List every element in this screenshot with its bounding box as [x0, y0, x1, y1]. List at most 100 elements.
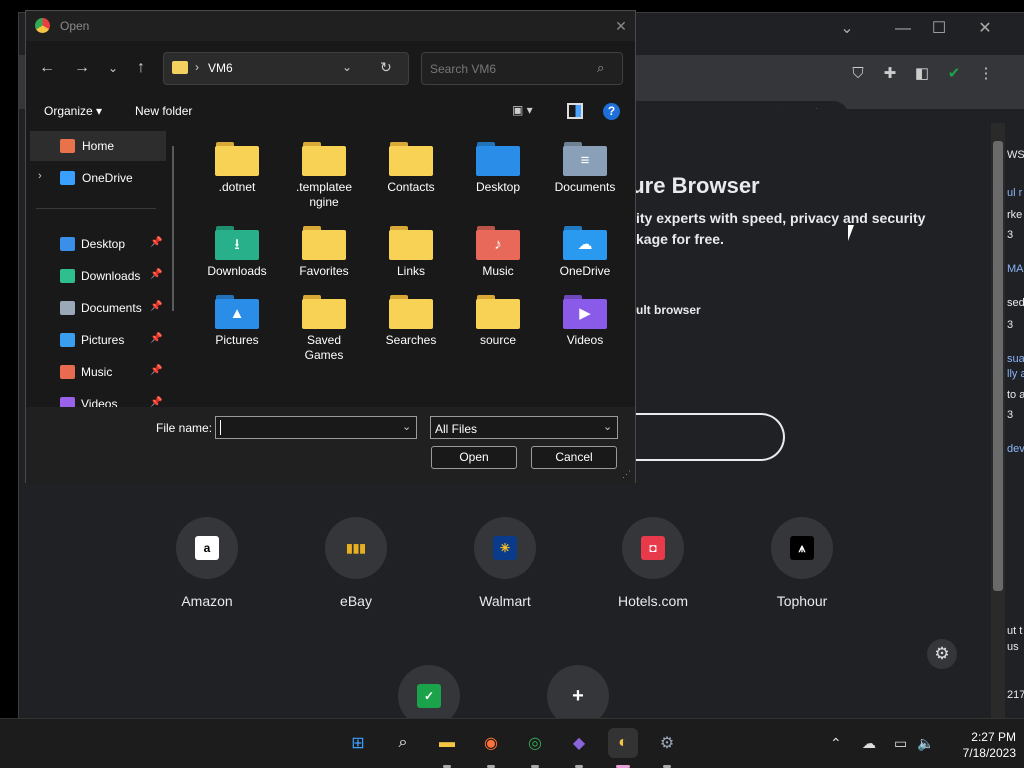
shortcut-label: Walmart: [479, 593, 531, 609]
volume-icon[interactable]: 🔈: [917, 735, 934, 752]
dialog-title-bar[interactable]: Open ✕: [26, 11, 635, 41]
tab-search-icon[interactable]: ⌄: [827, 17, 867, 41]
search-input[interactable]: [430, 61, 590, 77]
file-explorer-icon[interactable]: ▬: [432, 728, 462, 758]
new-folder-button[interactable]: New folder: [135, 104, 192, 118]
folder-icon: [215, 140, 259, 176]
search-box[interactable]: ⌕: [421, 52, 623, 85]
side-panel-snippet: dev: [1007, 443, 1024, 455]
browser-menu-icon[interactable]: ⋮: [975, 63, 997, 85]
change-view-icon[interactable]: ▣ ▾: [512, 103, 546, 121]
desktop-icon: [60, 237, 75, 251]
shortcut-tile-security[interactable]: ✓: [397, 665, 461, 719]
network-icon[interactable]: ▭: [894, 735, 907, 752]
side-panel-snippet: ut t: [1007, 625, 1023, 637]
add-shortcut-tile[interactable]: +: [546, 665, 610, 719]
nav-scrollbar[interactable]: [172, 146, 174, 311]
file-item[interactable]: ≡ Documents: [542, 140, 628, 195]
extensions-puzzle-icon[interactable]: ✚: [879, 63, 901, 85]
breadcrumb-folder[interactable]: VM6: [208, 61, 233, 75]
nav-item-home[interactable]: Home: [30, 131, 166, 161]
file-name-combobox[interactable]: ⌄: [215, 416, 417, 439]
desktop-folder-icon: [476, 140, 520, 176]
videos-folder-icon: ▶: [563, 293, 607, 329]
settings-icon[interactable]: ⚙: [652, 728, 682, 758]
file-item[interactable]: Contacts: [368, 140, 454, 195]
shield-extension-icon[interactable]: ⛉: [847, 63, 869, 85]
nav-item-desktop[interactable]: Desktop 📌: [26, 229, 176, 259]
security-extension-icon[interactable]: ✔: [943, 63, 965, 85]
expand-chevron-icon[interactable]: ›: [38, 170, 42, 182]
documents-icon: [60, 301, 75, 315]
file-item[interactable]: ☁ OneDrive: [542, 224, 628, 279]
chrome-icon[interactable]: ◎: [520, 728, 550, 758]
show-hidden-icons-chevron-icon[interactable]: ⌃: [830, 735, 842, 752]
nav-item-videos[interactable]: Videos 📌: [26, 389, 176, 407]
address-dropdown-chevron-icon[interactable]: ⌄: [342, 60, 352, 74]
onedrive-tray-icon[interactable]: ☁: [862, 735, 876, 752]
nav-item-pictures[interactable]: Pictures 📌: [26, 325, 176, 355]
file-item[interactable]: Searches: [368, 293, 454, 348]
nav-divider: [36, 208, 156, 209]
side-panel-icon[interactable]: ◧: [911, 63, 933, 85]
file-item[interactable]: ▲ Pictures: [194, 293, 280, 348]
file-item[interactable]: ▶ Videos: [542, 293, 628, 348]
file-name-input[interactable]: [220, 420, 390, 435]
customize-gear-icon[interactable]: ⚙: [927, 639, 957, 669]
file-item[interactable]: source: [455, 293, 541, 348]
dialog-close-icon[interactable]: ✕: [610, 15, 632, 37]
nav-item-documents[interactable]: Documents 📌: [26, 293, 176, 323]
shortcut-tile-ebay[interactable]: ▮▮▮ eBay: [291, 517, 421, 609]
close-window-icon[interactable]: ✕: [965, 17, 1005, 41]
file-item[interactable]: ♪ Music: [455, 224, 541, 279]
cancel-button[interactable]: Cancel: [531, 446, 617, 469]
shortcut-tile-amazon[interactable]: a Amazon: [142, 517, 272, 609]
back-arrow-icon[interactable]: ←: [35, 57, 59, 79]
windows-start-icon[interactable]: ⊞: [343, 728, 373, 758]
browser-app-icon[interactable]: ◐: [608, 728, 638, 758]
shortcut-tile-tophour[interactable]: ⩚ Tophour: [737, 517, 867, 609]
file-item[interactable]: Saved Games: [281, 293, 367, 363]
nav-item-label: Downloads: [81, 269, 141, 283]
search-icon[interactable]: ⌕: [597, 60, 604, 76]
help-icon[interactable]: ?: [603, 103, 620, 120]
page-scrollbar-thumb[interactable]: [993, 141, 1003, 591]
visual-studio-icon[interactable]: ◆: [564, 728, 594, 758]
file-name-label: source: [479, 333, 517, 347]
resize-grip-icon[interactable]: ⋰: [622, 469, 631, 480]
nav-item-onedrive[interactable]: › OneDrive: [26, 163, 176, 193]
file-item[interactable]: Favorites: [281, 224, 367, 279]
nav-item-music[interactable]: Music 📌: [26, 357, 176, 387]
shortcut-tile-walmart[interactable]: ✳ Walmart: [440, 517, 570, 609]
shortcut-circle: ⩚: [771, 517, 833, 579]
file-item[interactable]: .templatee ngine: [281, 140, 367, 210]
maximize-icon[interactable]: ☐: [919, 17, 959, 41]
file-item[interactable]: Links: [368, 224, 454, 279]
side-panel-snippet: rke: [1007, 209, 1023, 221]
organize-button[interactable]: Organize ▾: [44, 104, 102, 118]
ebay-logo-icon: ▮▮▮: [346, 541, 366, 555]
forward-arrow-icon[interactable]: →: [70, 57, 94, 79]
file-item[interactable]: .dotnet: [194, 140, 280, 195]
file-item[interactable]: ⭳ Downloads: [194, 224, 280, 279]
file-type-chevron-icon[interactable]: ⌄: [603, 420, 612, 433]
file-name-dropdown-chevron-icon[interactable]: ⌄: [402, 420, 411, 433]
address-breadcrumb[interactable]: › VM6 ⌄ ↻: [163, 52, 409, 85]
file-type-select[interactable]: All Files ⌄: [430, 416, 618, 439]
firefox-icon[interactable]: ◉: [476, 728, 506, 758]
clock-date[interactable]: 7/18/2023: [946, 746, 1016, 760]
open-button[interactable]: Open: [431, 446, 517, 469]
shortcut-tile-hotels[interactable]: ◘ Hotels.com: [588, 517, 718, 609]
shortcut-label: eBay: [340, 593, 372, 609]
up-arrow-icon[interactable]: ↑: [129, 57, 153, 79]
preview-pane-icon[interactable]: [567, 103, 583, 119]
search-icon[interactable]: ⌕: [388, 728, 418, 758]
clock-time[interactable]: 2:27 PM: [946, 730, 1016, 744]
mouse-cursor-icon: [848, 225, 860, 241]
minimize-icon[interactable]: —: [883, 17, 923, 41]
nav-item-downloads[interactable]: Downloads 📌: [26, 261, 176, 291]
recent-locations-chevron-icon[interactable]: ⌄: [101, 57, 125, 79]
file-name-label: Desktop: [475, 180, 521, 194]
refresh-icon[interactable]: ↻: [380, 59, 392, 76]
file-item[interactable]: Desktop: [455, 140, 541, 195]
